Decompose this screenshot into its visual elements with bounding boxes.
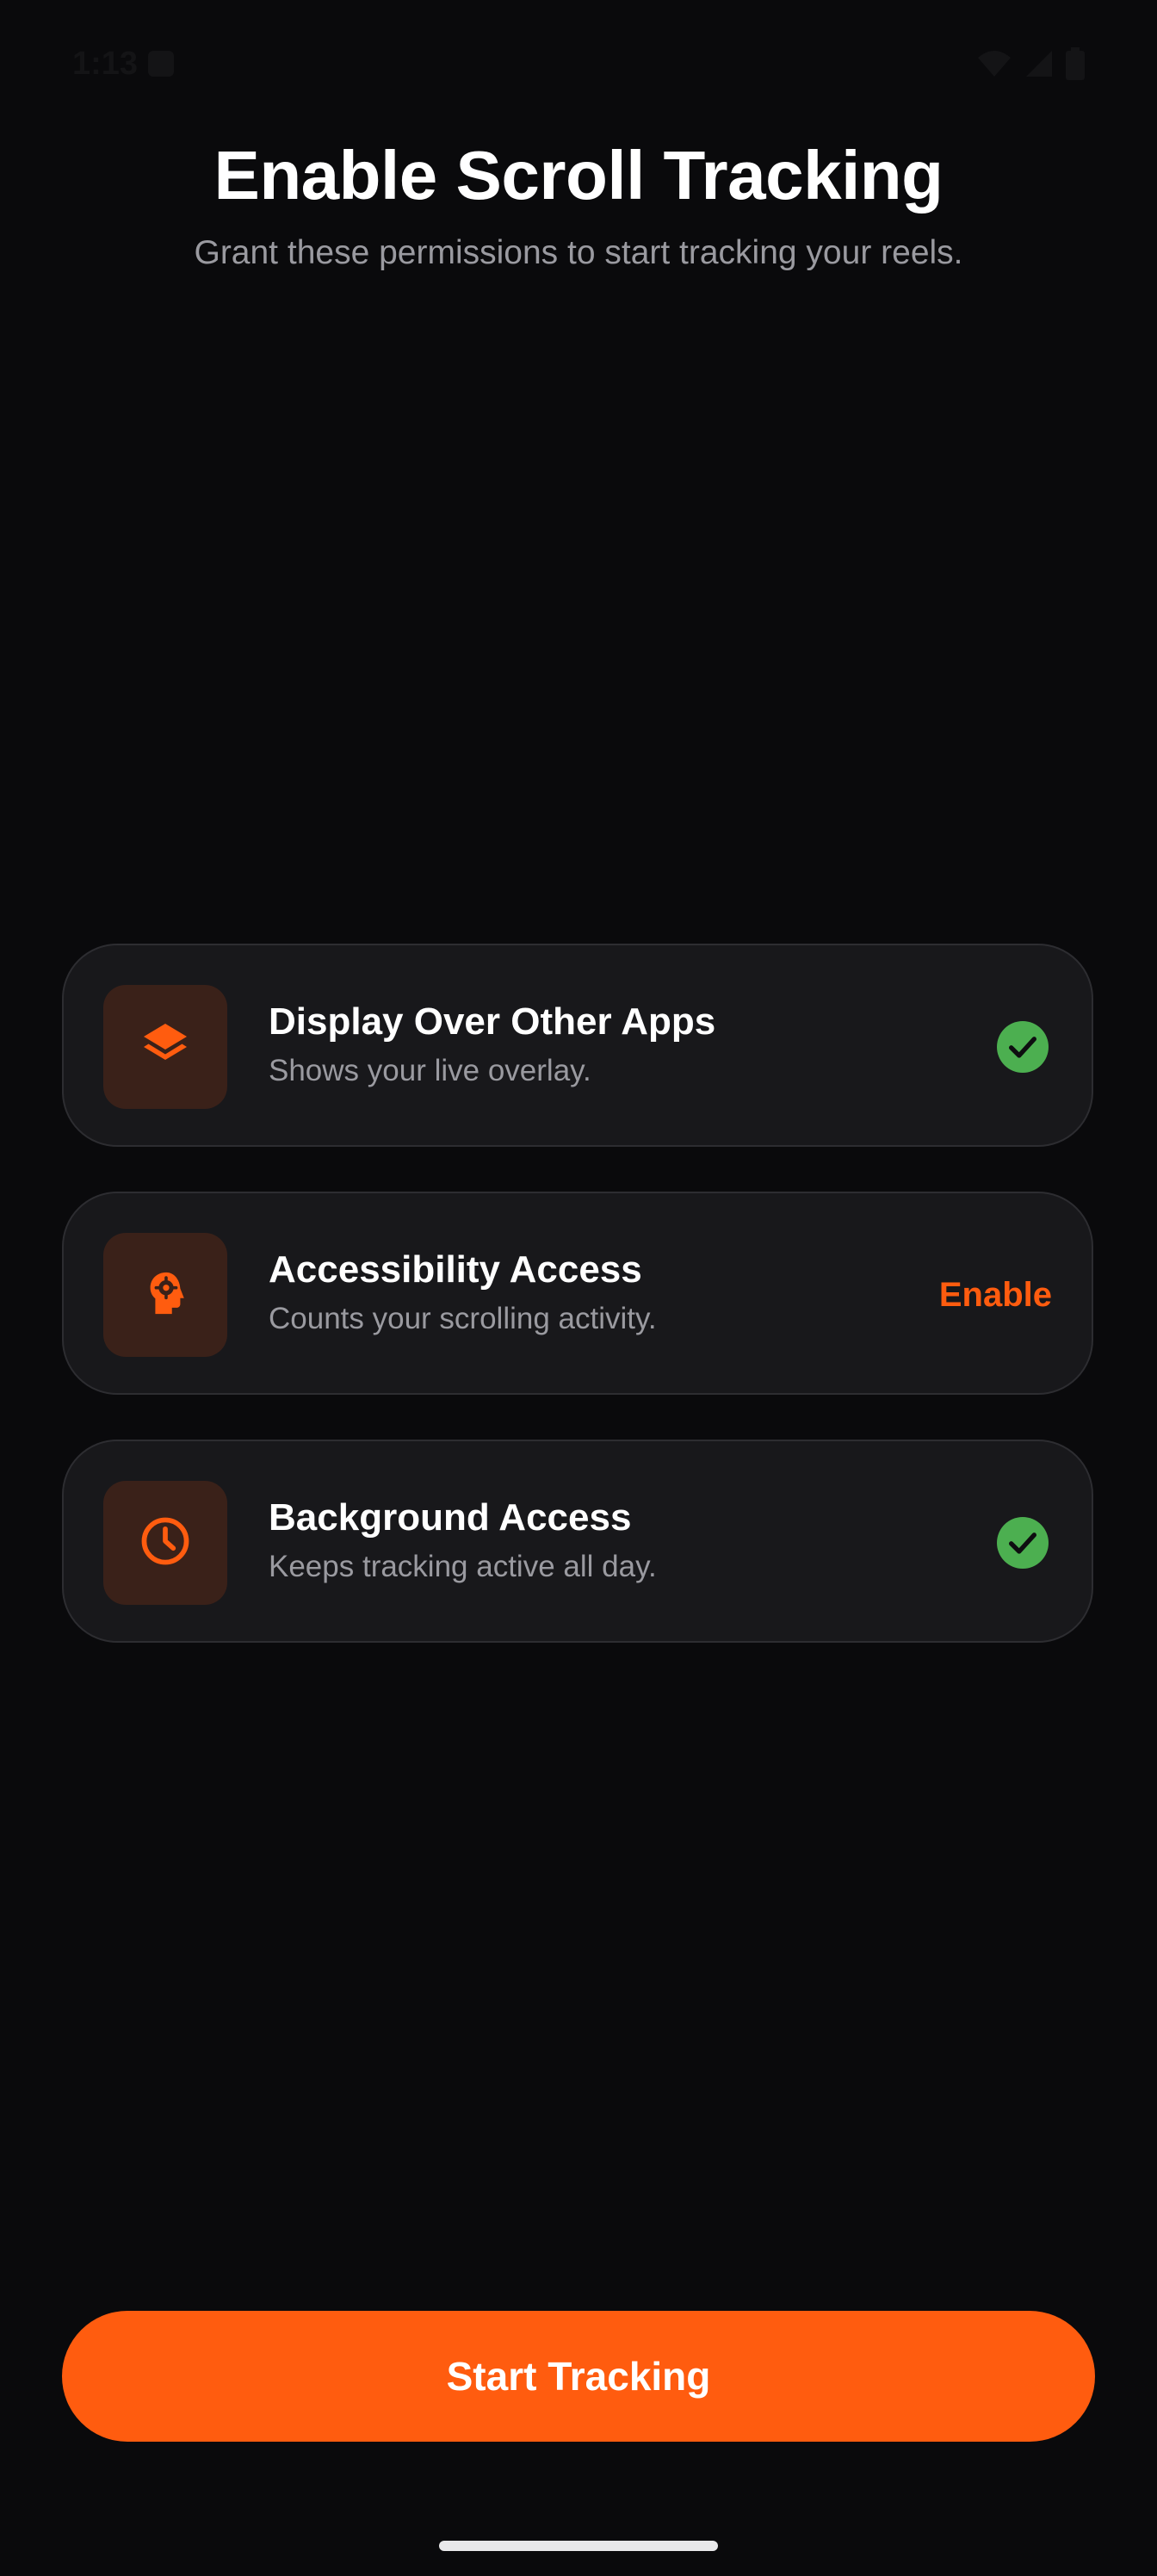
head-gear-icon bbox=[140, 1268, 190, 1322]
check-icon bbox=[997, 1021, 1049, 1073]
permission-description: Counts your scrolling activity. bbox=[269, 1302, 657, 1335]
permission-icon-tile bbox=[103, 985, 227, 1109]
home-indicator[interactable] bbox=[439, 2541, 718, 2551]
permission-icon-tile bbox=[103, 1481, 227, 1605]
permission-description: Keeps tracking active all day. bbox=[269, 1550, 657, 1583]
check-icon bbox=[997, 1517, 1049, 1569]
permission-description: Shows your live overlay. bbox=[269, 1054, 591, 1087]
status-time: 1:13 bbox=[72, 45, 139, 82]
layers-icon bbox=[139, 1019, 191, 1075]
permissions-screen: 1:13 Enable Scroll Tracking Grant these … bbox=[0, 0, 1157, 2576]
permission-card-overlay[interactable]: Display Over Other Apps Shows your live … bbox=[62, 944, 1093, 1147]
enable-accessibility-button[interactable]: Enable bbox=[939, 1269, 1052, 1321]
clock-icon bbox=[139, 1514, 192, 1572]
notification-icon bbox=[148, 51, 175, 77]
page-subtitle: Grant these permissions to start trackin… bbox=[194, 234, 963, 271]
signal-icon bbox=[1024, 49, 1054, 78]
page-title: Enable Scroll Tracking bbox=[213, 137, 944, 214]
wifi-icon bbox=[976, 49, 1012, 78]
permission-title: Display Over Other Apps bbox=[269, 1000, 716, 1043]
status-bar: 1:13 bbox=[72, 41, 1085, 86]
battery-icon bbox=[1066, 47, 1085, 80]
start-tracking-button[interactable]: Start Tracking bbox=[62, 2311, 1095, 2442]
status-bar-left: 1:13 bbox=[72, 45, 175, 83]
permission-icon-tile bbox=[103, 1233, 227, 1357]
status-bar-right bbox=[976, 47, 1085, 80]
permission-title: Background Access bbox=[269, 1496, 632, 1539]
permission-card-background[interactable]: Background Access Keeps tracking active … bbox=[62, 1440, 1093, 1643]
permission-title: Accessibility Access bbox=[269, 1248, 642, 1291]
permission-card-accessibility[interactable]: Accessibility Access Counts your scrolli… bbox=[62, 1192, 1093, 1395]
